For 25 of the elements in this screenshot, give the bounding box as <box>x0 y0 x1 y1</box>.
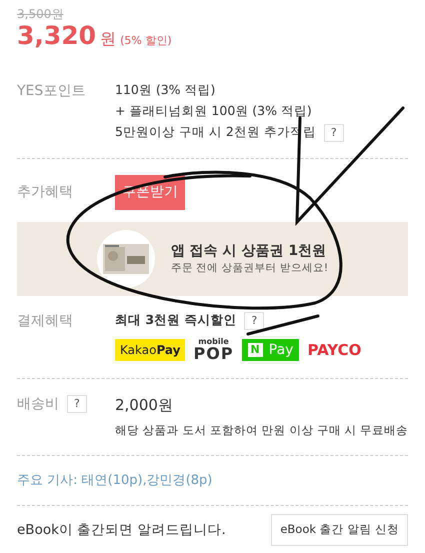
npay-logo: N Pay <box>242 338 300 362</box>
shipping-fee: 2,000원 <box>115 395 174 416</box>
payment-discount-text: 최대 3천원 즉시할인 <box>115 312 236 330</box>
help-button[interactable]: ? <box>244 312 264 330</box>
points-text: + 플래티넘회원 100원 (3% 적립) <box>115 102 312 120</box>
shipping-note: 해당 상품과 도서 포함하여 만원 이상 구매 시 무료배송 <box>115 423 408 439</box>
ebook-notice: eBook이 출간되면 알려드립니다. <box>17 520 226 540</box>
ebook-alert-button[interactable]: eBook 출간 알림 신청 <box>271 514 408 546</box>
banner-title: 앱 접속 시 상품권 1천원 <box>170 242 328 262</box>
payco-logo: PAYCO <box>307 340 362 360</box>
original-price: 3,500원 <box>17 6 64 22</box>
banner-subtitle: 주문 전에 상품권부터 받으세요! <box>170 261 328 276</box>
sale-price: 3,320 <box>17 22 96 50</box>
shipping-label: 배송비 <box>17 395 59 414</box>
mobile-pop-logo: mobile POP <box>193 338 234 362</box>
help-button[interactable]: ? <box>324 124 344 142</box>
discount-rate: (5% 할인) <box>120 34 172 50</box>
points-label: YES포인트 <box>17 82 86 101</box>
payment-benefit-label: 결제혜택 <box>17 312 74 331</box>
kakaopay-logo: KakaoPay <box>115 338 186 362</box>
points-text: 110원 (3% 적립) <box>115 82 216 99</box>
price-unit: 원 <box>100 28 116 50</box>
help-button[interactable]: ? <box>67 395 87 414</box>
promo-banner[interactable]: 앱 접속 시 상품권 1천원 주문 전에 상품권부터 받으세요! <box>17 222 408 296</box>
extra-benefit-label: 추가혜택 <box>17 182 74 202</box>
